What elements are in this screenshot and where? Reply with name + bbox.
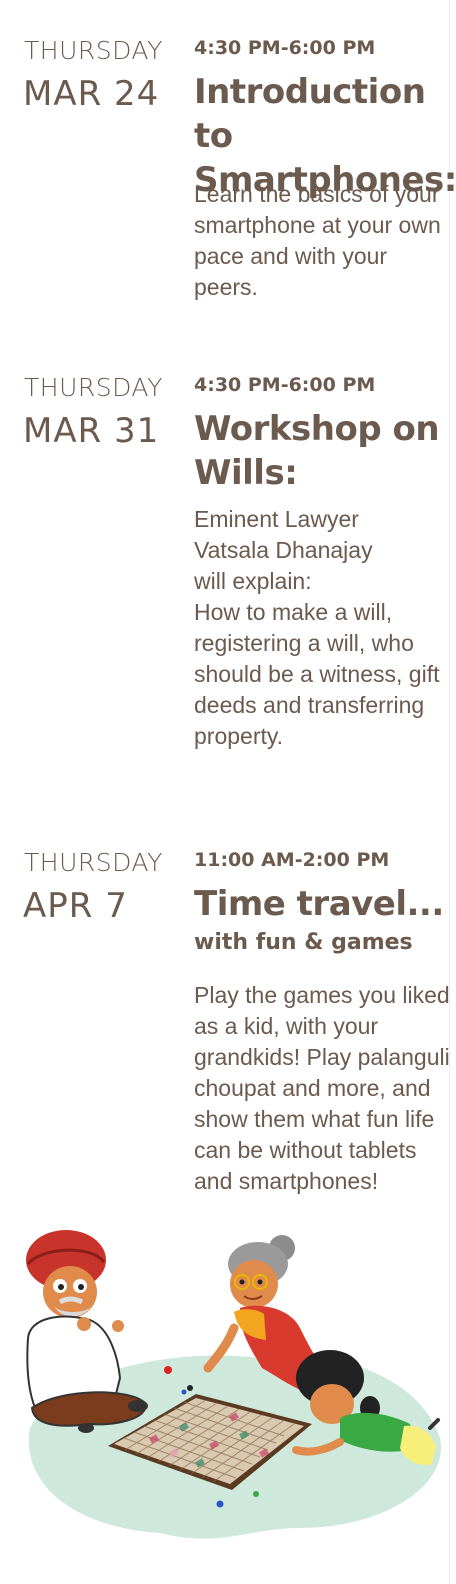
event-day: THURSDAY [24, 36, 163, 65]
event-description-intro: Eminent Lawyer Vatsala Dhanajay will exp… [194, 506, 373, 594]
event-description: How to make a will, registering a will, … [194, 599, 440, 749]
event-time: 11:00 AM-2:00 PM [194, 849, 390, 871]
event-day: THURSDAY [24, 373, 163, 402]
event-day: THURSDAY [24, 848, 163, 877]
event-title: Time travel... [194, 884, 444, 924]
event-date: MAR 31 [23, 411, 160, 451]
grandfather-icon [26, 1230, 148, 1433]
event-time: 4:30 PM-6:00 PM [194, 37, 376, 59]
event-description: Learn the basics of your smartphone at y… [194, 181, 441, 300]
event-title: Workshop on Wills: [194, 409, 440, 493]
event-date: APR 7 [23, 886, 128, 926]
event-subtitle: with fun & games [194, 930, 413, 955]
event-description: Play the games you liked as a kid, with … [194, 982, 450, 1194]
event-time: 4:30 PM-6:00 PM [194, 374, 376, 396]
event-date: MAR 24 [23, 74, 160, 114]
family-games-illustration [26, 1230, 441, 1539]
